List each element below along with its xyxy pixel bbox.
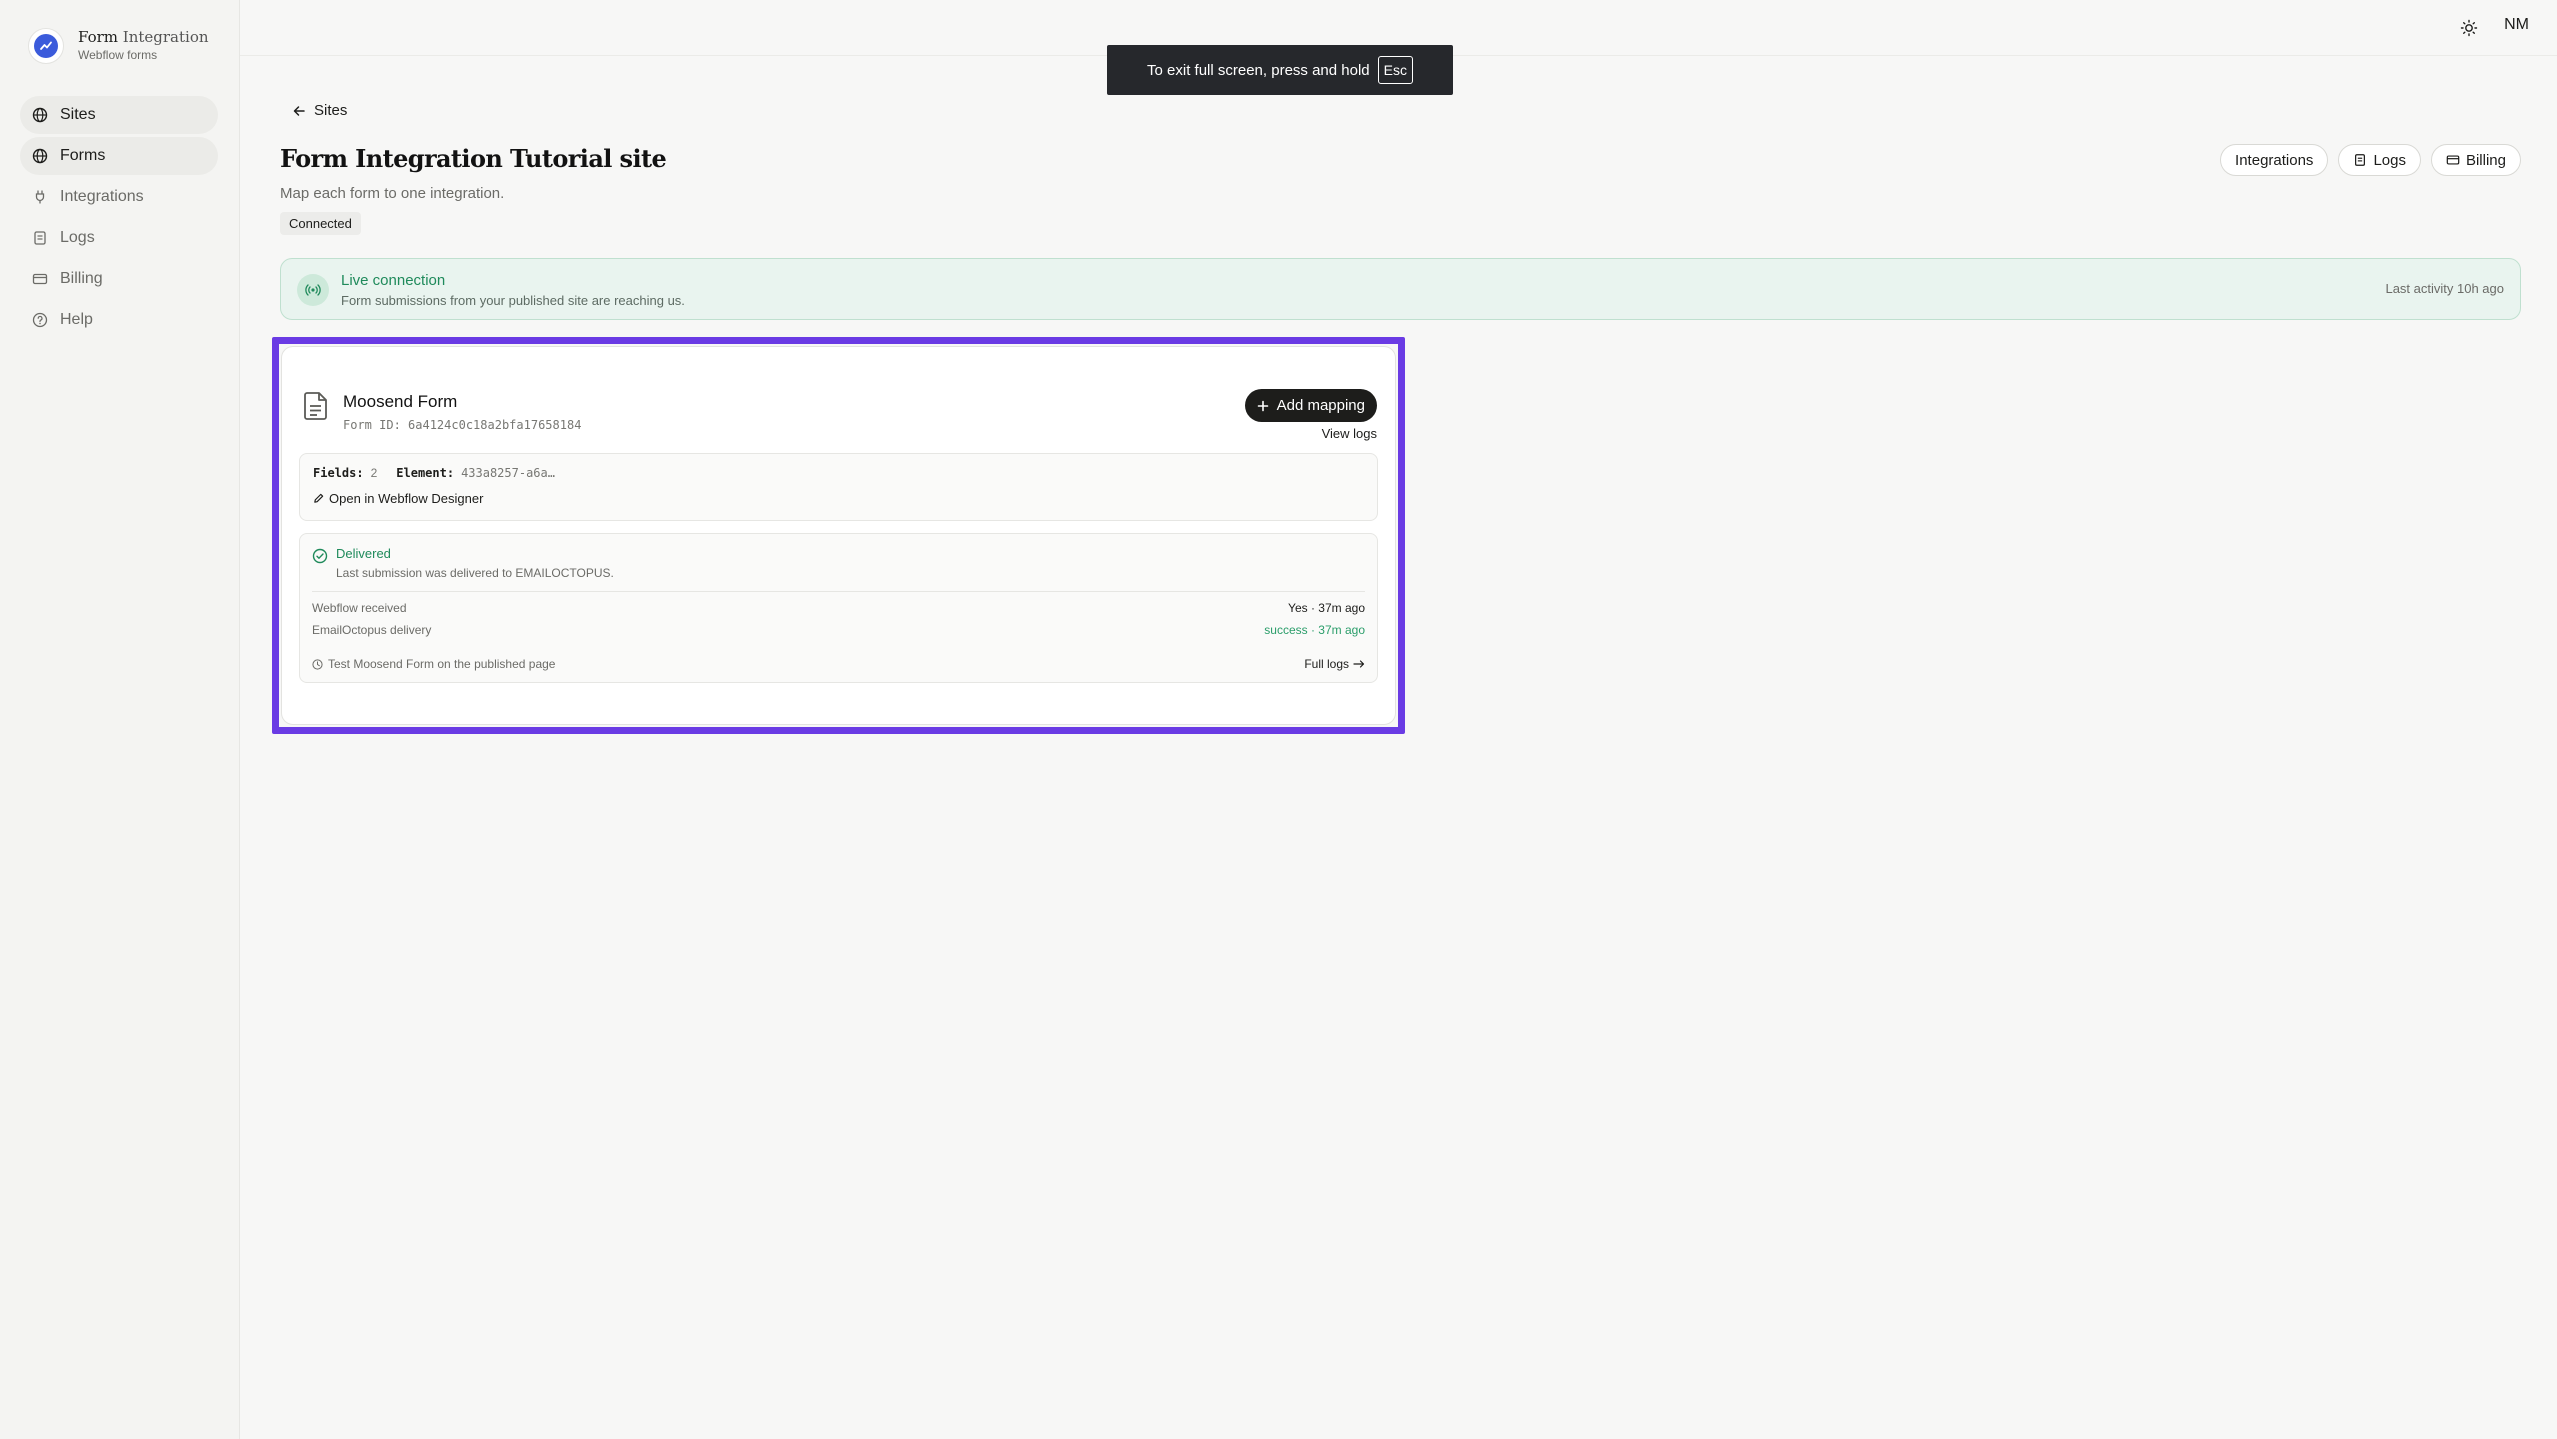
integrations-button[interactable]: Integrations [2220,144,2329,176]
row-value: success · 37m ago [1264,623,1365,637]
fields-key: Fields: [313,466,364,480]
brand-logo [28,28,64,64]
sidebar-item-label: Forms [60,147,106,164]
avatar[interactable]: NM [2504,16,2529,34]
clock-icon [312,658,323,670]
help-circle-icon [32,312,48,328]
form-name: Moosend Form [343,392,458,411]
sidebar-item-label: Integrations [60,188,144,205]
row-label: EmailOctopus delivery [312,623,432,637]
sidebar: Form Integration Webflow forms Sites For… [0,0,240,1439]
open-designer-label: Open in Webflow Designer [329,491,484,506]
plug-icon [32,189,48,205]
logs-button-label: Logs [2373,151,2406,169]
delivery-status: Delivered Last submission was delivered … [299,533,1378,683]
delivered-title: Delivered [336,546,391,561]
integrations-button-label: Integrations [2235,151,2314,169]
back-link-label: Sites [314,102,348,119]
test-form-text: Test Moosend Form on the published page [328,657,556,671]
element-value: 433a8257-a6a… [461,466,555,480]
sidebar-item-label: Help [60,311,93,328]
row-value: Yes · 37m ago [1288,601,1365,615]
divider [312,591,1365,592]
credit-card-icon [2446,153,2460,167]
test-form-hint: Test Moosend Form on the published page [312,657,555,671]
brand-title-rest: Integration [122,28,209,47]
billing-button-label: Billing [2465,151,2506,169]
back-to-sites-link[interactable]: Sites [292,102,347,119]
sidebar-item-logs[interactable]: Logs [20,219,218,257]
sidebar-item-label: Logs [60,229,95,246]
billing-button[interactable]: Billing [2430,144,2521,176]
fullscreen-toast: To exit full screen, press and hold Esc [1107,45,1453,95]
emailoctopus-delivery-row: EmailOctopus delivery success · 37m ago [312,623,1365,637]
check-circle-icon [312,548,328,564]
trend-icon [34,34,58,58]
add-mapping-button[interactable]: Add mapping [1244,389,1377,422]
live-connection-subtitle: Form submissions from your published sit… [341,293,685,308]
form-meta-line: Fields: 2 Element: 433a8257-a6a… [313,466,567,480]
live-connection-title: Live connection [341,272,446,289]
view-logs-link[interactable]: View logs [1322,426,1377,441]
credit-card-icon [32,271,48,287]
page-subtitle: Map each form to one integration. [280,185,505,202]
brand-subtitle: Webflow forms [78,47,158,62]
form-card: Moosend Form Form ID: 6a4124c0c18a2bfa17… [281,346,1396,725]
last-activity: Last activity 10h ago [2385,281,2504,296]
full-logs-link[interactable]: Full logs [1304,657,1365,671]
page-title: Form Integration Tutorial site [280,144,667,173]
page-actions: Integrations Logs Billing [2220,144,2521,176]
fullscreen-toast-text: To exit full screen, press and hold [1147,61,1370,79]
element-key: Element: [396,466,455,480]
brand-title: Form Integration [78,29,209,46]
document-icon [302,391,330,421]
full-logs-label: Full logs [1304,657,1349,671]
arrow-left-icon [292,104,306,118]
sun-icon[interactable] [2459,18,2479,38]
form-meta: Fields: 2 Element: 433a8257-a6a… Open in… [299,453,1378,521]
scroll-icon [32,230,48,246]
sidebar-item-help[interactable]: Help [20,301,218,339]
webflow-received-row: Webflow received Yes · 37m ago [312,601,1365,615]
pencil-icon [313,493,324,504]
globe-icon [32,148,48,164]
sidebar-item-label: Sites [60,106,96,123]
live-connection-banner: Live connection Form submissions from yo… [280,258,2521,320]
brand-title-main: Form [78,28,119,47]
brand[interactable]: Form Integration Webflow forms [28,28,209,64]
form-id: Form ID: 6a4124c0c18a2bfa17658184 [343,418,582,432]
arrow-right-icon [1353,659,1365,669]
sidebar-item-integrations[interactable]: Integrations [20,178,218,216]
sidebar-item-sites[interactable]: Sites [20,96,218,134]
row-label: Webflow received [312,601,407,615]
sidebar-item-billing[interactable]: Billing [20,260,218,298]
broadcast-icon [297,274,329,306]
delivered-subtitle: Last submission was delivered to EMAILOC… [336,566,614,580]
open-in-designer-link[interactable]: Open in Webflow Designer [313,491,483,506]
fields-value: 2 [370,466,378,480]
logs-button[interactable]: Logs [2338,144,2421,176]
status-badge: Connected [280,212,361,235]
scroll-icon [2353,153,2367,167]
sidebar-nav: Sites Forms Integrations Logs Billing He… [20,96,218,342]
add-mapping-label: Add mapping [1276,397,1365,414]
esc-key-hint: Esc [1377,56,1413,84]
globe-icon [32,107,48,123]
plus-icon [1257,400,1269,412]
sidebar-item-label: Billing [60,270,103,287]
sidebar-item-forms[interactable]: Forms [20,137,218,175]
